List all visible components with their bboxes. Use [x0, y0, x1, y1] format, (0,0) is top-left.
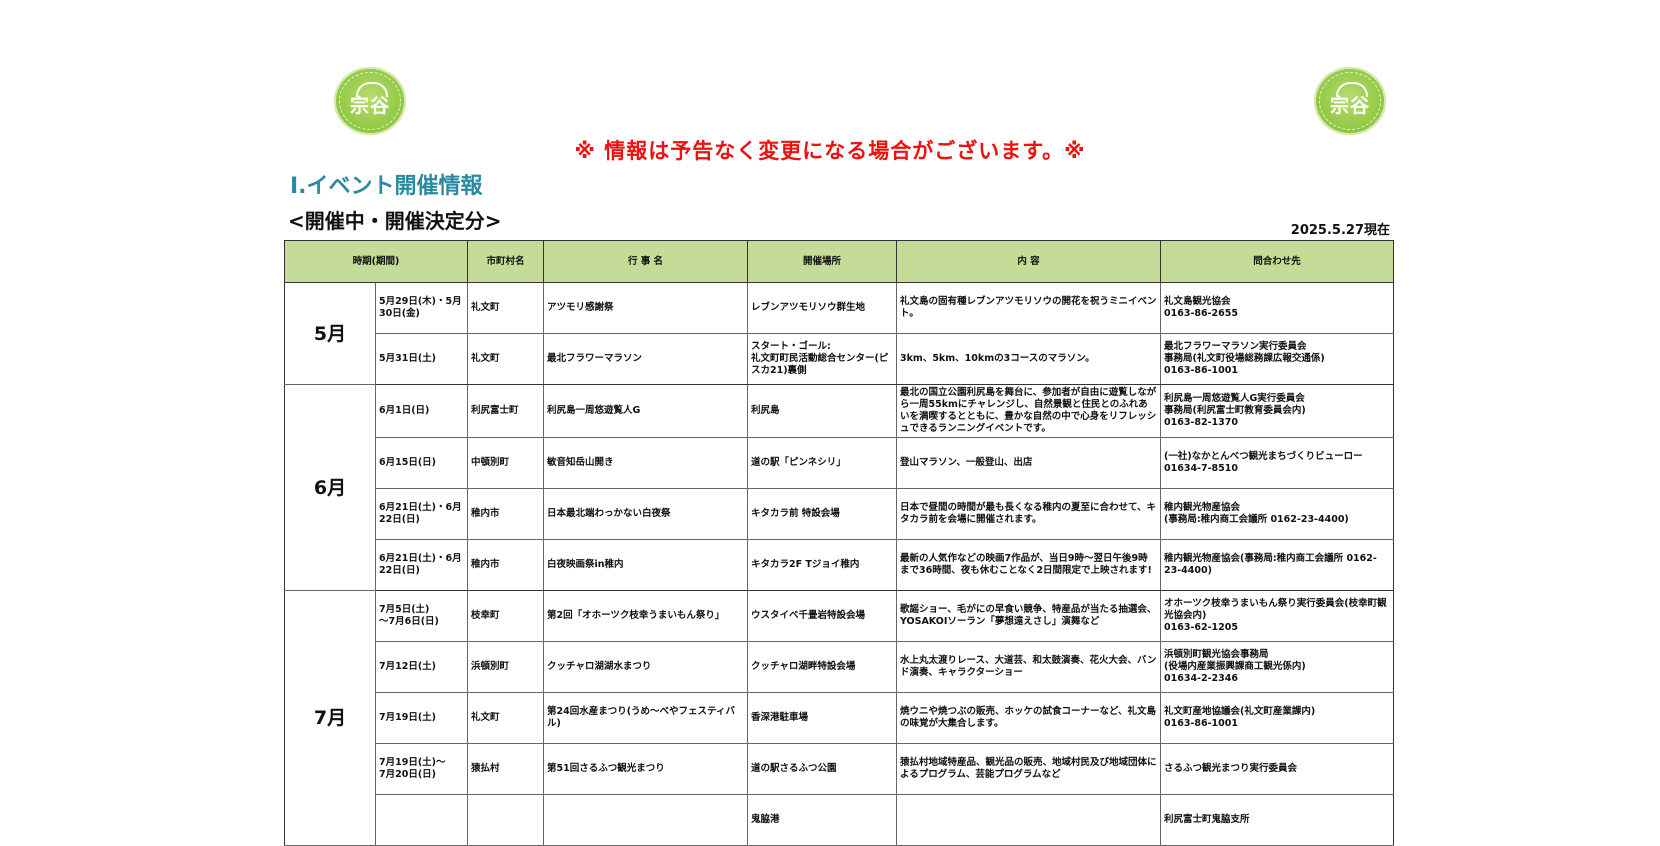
- table-header-row: 時期(期間) 市町村名 行 事 名 開催場所 内 容 問合わせ先: [284, 240, 1394, 283]
- date-cell: 6月15日(日): [375, 437, 468, 489]
- contact-cell: 最北フラワーマラソン実行委員会 事務局(礼文町役場総務課広報交通係) 0163-…: [1160, 333, 1394, 385]
- table-row: 6月 6月1日(日) 利尻富士町 利尻島一周悠遊覧人G 利尻島 最北の国立公園利尻島を舞台…: [284, 384, 1394, 591]
- date-cell: 7月12日(土): [375, 641, 468, 693]
- place-cell: 利尻島: [747, 384, 897, 438]
- contact-cell: 利尻富士町鬼脇支所: [1160, 794, 1394, 846]
- contact-cell: 礼文町産地協議会(礼文町産業課内) 0163-86-1001: [1160, 692, 1394, 744]
- change-notice: ※ 情報は予告なく変更になる場合がございます。※: [574, 139, 1086, 163]
- event-cell: 第2回「オホーツク枝幸うまいもん祭り」: [543, 590, 748, 642]
- header-contact: 問合わせ先: [1160, 240, 1394, 283]
- contact-cell: さるふつ観光まつり実行委員会: [1160, 743, 1394, 795]
- date-cell: 6月1日(日): [375, 384, 468, 438]
- place-cell: キタカラ2F Tジョイ稚内: [747, 539, 897, 591]
- month-cell: 6月: [284, 384, 376, 591]
- place-cell: 道の駅「ピンネシリ」: [747, 437, 897, 489]
- date-cell: 7月19日(土)～ 7月20日(日): [375, 743, 468, 795]
- content-cell: 水上丸太渡りレース、大道芸、和太鼓演奏、花火大会、バンド演奏、キャラクターショー: [896, 641, 1161, 693]
- content-cell: [896, 794, 1161, 846]
- event-cell: 第51回さるふつ観光まつり: [543, 743, 748, 795]
- souya-logo-right: 宗谷: [1314, 67, 1386, 135]
- table-row: 6月21日(土)・6月22日(日) 稚内市 白夜映画祭in稚内 キタカラ2F Tジョイ…: [285, 539, 1394, 591]
- date-cell: 6月21日(土)・6月22日(日): [375, 539, 468, 591]
- header-period: 時期(期間): [284, 240, 468, 283]
- content-cell: 歌謡ショー、毛がにの早食い競争、特産品が当たる抽選会、YOSAKOIソーラン「夢…: [896, 590, 1161, 642]
- table-row: 7月 7月5日(土) ～7月6日(日) 枝幸町 第2回「オホーツク枝幸うまいもん祭り」…: [284, 590, 1394, 846]
- table-row: 5月31日(土) 礼文町 最北フラワーマラソン スタート・ゴール: 礼文町町民活動総合…: [285, 333, 1394, 385]
- town-cell: 礼文町: [467, 333, 544, 385]
- place-cell: レブンアツモリソウ群生地: [747, 282, 897, 334]
- event-cell: [543, 794, 748, 846]
- section-title: Ⅰ.イベント開催情報: [290, 174, 483, 199]
- souya-logo-left: 宗谷: [334, 67, 406, 135]
- content-cell: 日本で昼間の時間が最も長くなる稚内の夏至に合わせて、キタカラ前を会場に開催されま…: [896, 488, 1161, 540]
- event-cell: クッチャロ湖湖水まつり: [543, 641, 748, 693]
- table-row: 6月21日(土)・6月22日(日) 稚内市 日本最北端わっかない白夜祭 キタカラ前 特…: [285, 488, 1394, 540]
- table-row: 7月12日(土) 浜頓別町 クッチャロ湖湖水まつり クッチャロ湖畔特設会場 水上丸太渡り…: [285, 641, 1394, 693]
- place-cell: 鬼脇港: [747, 794, 897, 846]
- header-content: 内 容: [896, 240, 1161, 283]
- logo-text: 宗谷: [349, 94, 390, 117]
- town-cell: [467, 794, 544, 846]
- event-cell: アツモリ感謝祭: [543, 282, 748, 334]
- content-cell: 礼文島の固有種レブンアツモリソウの開花を祝うミニイベント。: [896, 282, 1161, 334]
- content-cell: 3km、5km、10kmの3コースのマラソン。: [896, 333, 1161, 385]
- town-cell: 礼文町: [467, 692, 544, 744]
- place-cell: ウスタイベ千畳岩特設会場: [747, 590, 897, 642]
- place-cell: スタート・ゴール: 礼文町町民活動総合センター(ピスカ21)裏側: [747, 333, 897, 385]
- contact-cell: (一社)なかとんべつ観光まちづくりビューロー 01634-7-8510: [1160, 437, 1394, 489]
- town-cell: 利尻富士町: [467, 384, 544, 438]
- town-cell: 猿払村: [467, 743, 544, 795]
- contact-cell: 利尻島一周悠遊覧人G実行委員会 事務局(利尻富士町教育委員会内) 0163-82…: [1160, 384, 1394, 438]
- town-cell: 中頓別町: [467, 437, 544, 489]
- contact-cell: オホーツク枝幸うまいもん祭り実行委員会(枝幸町観光協会内) 0163-62-12…: [1160, 590, 1394, 642]
- event-cell: 最北フラワーマラソン: [543, 333, 748, 385]
- logo-text: 宗谷: [1329, 94, 1370, 117]
- town-cell: 枝幸町: [467, 590, 544, 642]
- event-cell: 敏音知岳山開き: [543, 437, 748, 489]
- place-cell: キタカラ前 特設会場: [747, 488, 897, 540]
- contact-cell: 浜頓別町観光協会事務局 (役場内産業振興課商工観光係内) 01634-2-234…: [1160, 641, 1394, 693]
- header-place: 開催場所: [747, 240, 897, 283]
- date-cell: [375, 794, 468, 846]
- as-of-date: 2025.5.27現在: [1290, 223, 1390, 238]
- town-cell: 浜頓別町: [467, 641, 544, 693]
- sub-title: <開催中・開催決定分>: [288, 209, 502, 233]
- table-row: 6月15日(日) 中頓別町 敏音知岳山開き 道の駅「ピンネシリ」 登山マラソン、一般登山…: [285, 437, 1394, 489]
- date-cell: 7月5日(土) ～7月6日(日): [375, 590, 468, 642]
- town-cell: 稚内市: [467, 539, 544, 591]
- content-cell: 猿払村地域特産品、観光品の販売、地域村民及び地域団体によるプログラム、芸能プログ…: [896, 743, 1161, 795]
- content-cell: 最新の人気作などの映画7作品が、当日9時～翌日午後9時まで36時間、夜も休むこと…: [896, 539, 1161, 591]
- content-cell: 焼ウニや焼つぶの販売、ホッケの試食コーナーなど、礼文島の味覚が大集合します。: [896, 692, 1161, 744]
- event-cell: 日本最北端わっかない白夜祭: [543, 488, 748, 540]
- event-table: 時期(期間) 市町村名 行 事 名 開催場所 内 容 問合わせ先 5月 5月29日…: [284, 240, 1394, 846]
- table-row: 7月19日(土) 礼文町 第24回水産まつり(うめ～べやフェスティバル) 香深港駐車場…: [285, 692, 1394, 744]
- header-town: 市町村名: [467, 240, 544, 283]
- place-cell: 香深港駐車場: [747, 692, 897, 744]
- month-cell: 5月: [284, 282, 376, 385]
- table-row: 5月 5月29日(木)・5月30日(金) 礼文町 アツモリ感謝祭 レブンアツモリソウ群生…: [284, 282, 1394, 385]
- place-cell: 道の駅さるふつ公園: [747, 743, 897, 795]
- month-cell: 7月: [284, 590, 376, 846]
- table-row: 7月19日(土)～ 7月20日(日) 猿払村 第51回さるふつ観光まつり 道の駅さるふ…: [285, 743, 1394, 795]
- town-cell: 礼文町: [467, 282, 544, 334]
- town-cell: 稚内市: [467, 488, 544, 540]
- contact-cell: 稚内観光物産協会(事務局:稚内商工会議所 0162-23-4400): [1160, 539, 1394, 591]
- event-cell: 第24回水産まつり(うめ～べやフェスティバル): [543, 692, 748, 744]
- content-cell: 登山マラソン、一般登山、出店: [896, 437, 1161, 489]
- date-cell: 7月19日(土): [375, 692, 468, 744]
- place-cell: クッチャロ湖畔特設会場: [747, 641, 897, 693]
- header-event: 行 事 名: [543, 240, 748, 283]
- table-row: 鬼脇港 利尻富士町鬼脇支所: [285, 794, 1394, 846]
- contact-cell: 稚内観光物産協会 (事務局:稚内商工会議所 0162-23-4400): [1160, 488, 1394, 540]
- date-cell: 5月29日(木)・5月30日(金): [375, 282, 468, 334]
- event-cell: 白夜映画祭in稚内: [543, 539, 748, 591]
- event-cell: 利尻島一周悠遊覧人G: [543, 384, 748, 438]
- contact-cell: 礼文島観光協会 0163-86-2655: [1160, 282, 1394, 334]
- date-cell: 5月31日(土): [375, 333, 468, 385]
- date-cell: 6月21日(土)・6月22日(日): [375, 488, 468, 540]
- content-cell: 最北の国立公園利尻島を舞台に、参加者が自由に遊覧しながら一周55kmにチャレンジ…: [896, 384, 1161, 438]
